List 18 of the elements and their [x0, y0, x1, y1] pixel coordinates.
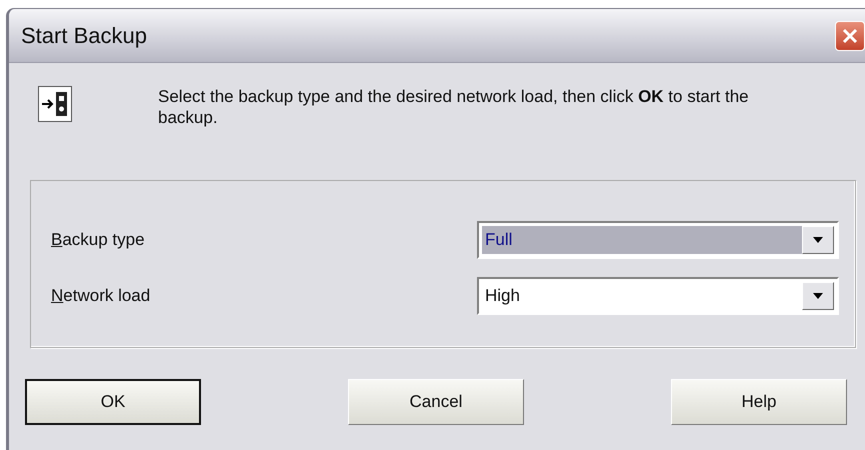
dialog-button[interactable]: OK	[25, 379, 201, 425]
instruction-text: Select the backup type and the desired network load, then click OK to start the backup.	[158, 86, 750, 128]
field-label: Backup type	[51, 229, 145, 252]
caret-icon	[813, 293, 823, 299]
field-label: Network load	[51, 285, 150, 308]
dropdown-value: High	[484, 285, 521, 308]
dropdown-arrow-button[interactable]	[802, 282, 834, 310]
dialog-button[interactable]: Help	[671, 379, 847, 425]
dropdown[interactable]: Full	[477, 221, 839, 259]
window-title: Start Backup	[21, 22, 147, 50]
close-button[interactable]	[835, 20, 865, 50]
dropdown-arrow-button[interactable]	[802, 226, 834, 254]
dialog-button[interactable]: Cancel	[348, 379, 524, 425]
dropdown-value: Full	[482, 226, 802, 254]
backup-icon	[38, 86, 72, 122]
dropdown[interactable]: High	[477, 277, 839, 315]
close-icon	[842, 28, 858, 44]
caret-icon	[813, 237, 823, 243]
